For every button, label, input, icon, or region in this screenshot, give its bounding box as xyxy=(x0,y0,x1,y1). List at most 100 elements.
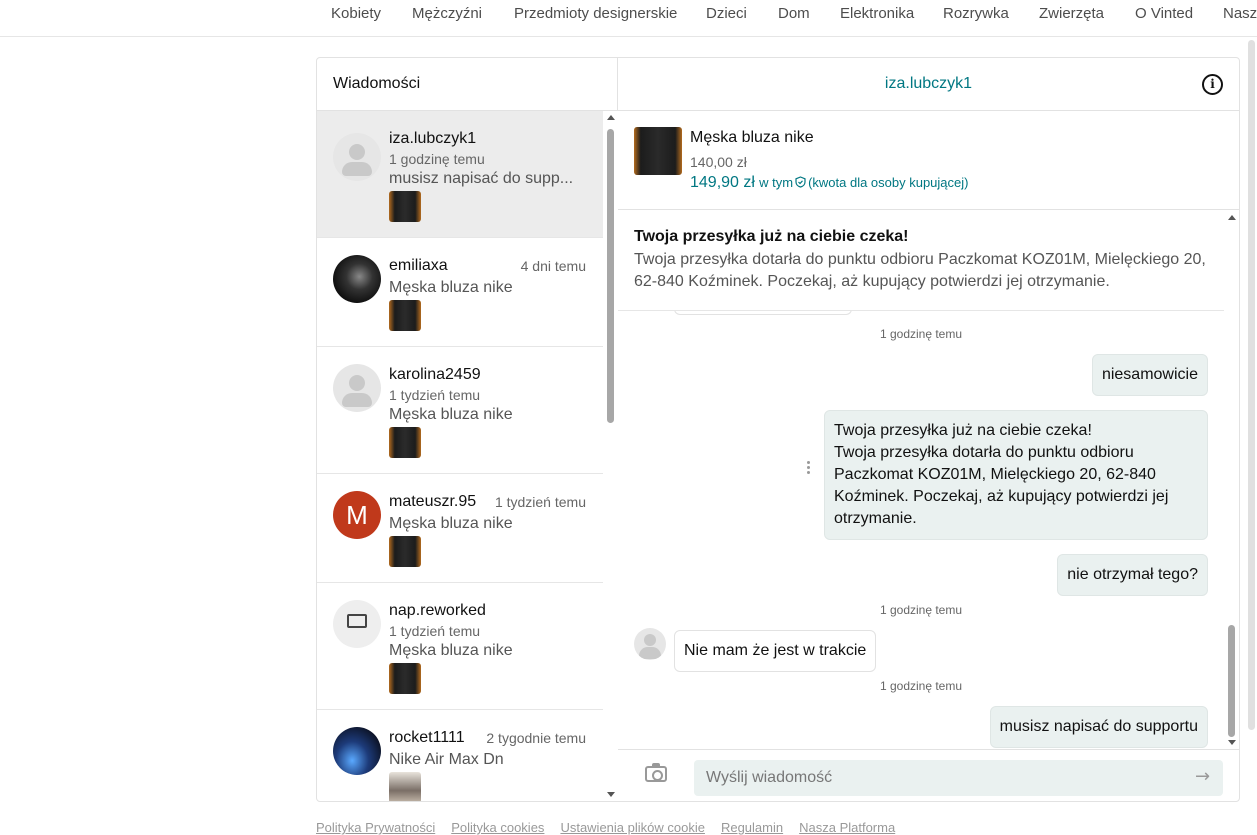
conversation-last-message: Męska bluza nike xyxy=(389,279,513,296)
message-composer: → xyxy=(618,749,1239,801)
top-navigation: Kobiety Mężczyźni Przedmioty designerski… xyxy=(0,0,1257,37)
conversation-last-message: Męska bluza nike xyxy=(389,406,513,423)
message-thread[interactable]: Twoja przesyłka już na ciebie czeka! Two… xyxy=(618,211,1224,749)
outgoing-message[interactable]: musisz napisać do supportu xyxy=(989,706,1208,748)
page-scrollbar[interactable] xyxy=(1243,0,1257,834)
item-title[interactable]: Męska bluza nike xyxy=(690,129,814,147)
item-price: 140,00 zł xyxy=(690,154,747,170)
conversation-time: 2 tygodnie temu xyxy=(486,730,586,746)
conversation-time: 1 tydzień temu xyxy=(389,387,481,403)
conversation-view: iza.lubczyk1 i Męska bluza nike 140,00 z… xyxy=(618,58,1239,801)
send-arrow-icon[interactable]: → xyxy=(1195,766,1210,787)
footer-link-platform[interactable]: Nasza Platforma xyxy=(799,820,895,835)
conversation-name: nap.reworked xyxy=(389,602,486,619)
message-input[interactable] xyxy=(694,760,1223,796)
nav-item-zwierzeta[interactable]: Zwierzęta xyxy=(1039,5,1104,22)
conversation-last-message: Męska bluza nike xyxy=(389,515,513,532)
avatar xyxy=(333,133,381,181)
nav-item-kobiety[interactable]: Kobiety xyxy=(331,5,381,22)
banner-body: Twoja przesyłka dotarła do punktu odbior… xyxy=(634,251,1206,290)
buyer-protection-shield-icon xyxy=(795,176,806,188)
avatar xyxy=(333,364,381,412)
outgoing-message[interactable]: niesamowicie xyxy=(1091,354,1208,396)
message-timestamp: 1 godzinę temu xyxy=(879,327,963,341)
item-thumbnail xyxy=(389,772,421,801)
conversation-list[interactable]: iza.lubczyk1 1 godzinę temu musisz napis… xyxy=(317,111,603,801)
item-summary: Męska bluza nike 140,00 zł 149,90 zł w t… xyxy=(618,111,1239,210)
conversation-time: 1 tydzień temu xyxy=(389,623,481,639)
message-timestamp: 1 godzinę temu xyxy=(879,679,963,693)
message-timestamp: 1 godzinę temu xyxy=(879,603,963,617)
nav-item-o-vinted[interactable]: O Vinted xyxy=(1135,5,1193,22)
conversation-name: iza.lubczyk1 xyxy=(389,130,477,147)
conversation-name: mateuszr.95 xyxy=(389,493,477,510)
sender-avatar xyxy=(634,628,666,660)
item-thumbnail xyxy=(389,536,421,567)
footer-link-cookies[interactable]: Polityka cookies xyxy=(451,820,544,835)
nav-item-rozrywka[interactable]: Rozrywka xyxy=(943,5,1009,22)
item-thumbnail xyxy=(389,663,421,694)
item-thumbnail xyxy=(389,191,421,222)
conversation-name: rocket1111 xyxy=(389,729,465,746)
conversation-item-mateuszr[interactable]: M mateuszr.95 1 tydzień temu Męska bluza… xyxy=(317,474,603,583)
info-icon[interactable]: i xyxy=(1202,74,1223,95)
page-scrollbar-thumb[interactable] xyxy=(1248,40,1255,730)
footer-link-privacy[interactable]: Polityka Prywatności xyxy=(316,820,435,835)
scroll-up-icon[interactable] xyxy=(607,115,615,120)
nav-item-elektronika[interactable]: Elektronika xyxy=(840,5,914,22)
conversation-last-message: Męska bluza nike xyxy=(389,642,513,659)
item-thumbnail xyxy=(389,427,421,458)
sidebar-header: Wiadomości xyxy=(317,58,618,111)
scrollbar-thumb[interactable] xyxy=(607,129,614,423)
nav-item-mezczyzni[interactable]: Mężczyźni xyxy=(412,5,482,22)
avatar xyxy=(333,255,381,303)
nav-item-designer[interactable]: Przedmioty designerskie xyxy=(514,5,677,22)
conversation-time: 1 godzinę temu xyxy=(389,151,485,167)
messages-panel: Wiadomości iza.lubczyk1 1 godzinę temu m… xyxy=(316,57,1240,802)
message-thread-scrollbar[interactable] xyxy=(1224,211,1239,749)
avatar xyxy=(333,600,381,648)
conversation-name: emiliaxa xyxy=(389,257,448,274)
conversation-time: 4 dni temu xyxy=(520,258,586,274)
total-price-note: (kwota dla osoby kupującej) xyxy=(808,175,969,190)
conversation-item-rocket1111[interactable]: rocket1111 2 tygodnie temu Nike Air Max … xyxy=(317,710,603,801)
item-thumbnail xyxy=(389,300,421,331)
shipment-status-banner: Twoja przesyłka już na ciebie czeka! Two… xyxy=(618,211,1224,311)
conversation-name: karolina2459 xyxy=(389,366,481,383)
conversation-item-karolina[interactable]: karolina2459 1 tydzień temu Męska bluza … xyxy=(317,347,603,474)
total-price-suffix: w tym xyxy=(759,175,794,190)
outgoing-message[interactable]: nie otrzymał tego? xyxy=(1057,554,1208,596)
banner-title: Twoja przesyłka już na ciebie czeka! xyxy=(634,228,909,245)
conversation-time: 1 tydzień temu xyxy=(494,494,586,510)
conversation-item-emiliaxa[interactable]: emiliaxa 4 dni temu Męska bluza nike xyxy=(317,238,603,347)
avatar xyxy=(333,727,381,775)
scroll-down-icon[interactable] xyxy=(607,792,615,797)
conversation-item-nap-reworked[interactable]: nap.reworked 1 tydzień temu Męska bluza … xyxy=(317,583,603,710)
item-total-price: 149,90 zł w tym (kwota dla osoby kupujące… xyxy=(690,174,968,192)
scroll-down-icon[interactable] xyxy=(1228,740,1236,745)
footer-link-terms[interactable]: Regulamin xyxy=(721,820,783,835)
camera-icon[interactable] xyxy=(645,763,667,782)
footer-links: Polityka Prywatności Polityka cookies Usta… xyxy=(316,820,911,835)
message-line-title: Twoja przesyłka już na ciebie czeka! xyxy=(834,422,1092,439)
incoming-message[interactable]: Nie mam że jest w trakcie xyxy=(674,630,877,672)
footer-link-cookie-settings[interactable]: Ustawienia plików cookie xyxy=(560,820,705,835)
conversation-header: iza.lubczyk1 i xyxy=(618,58,1239,111)
sidebar-title: Wiadomości xyxy=(333,75,421,92)
conversation-last-message: musisz napisać do supp... xyxy=(389,170,574,187)
scrollbar-thumb[interactable] xyxy=(1228,625,1235,737)
message-options-icon[interactable] xyxy=(807,461,811,476)
shop-logo-icon xyxy=(347,614,367,628)
conversation-username[interactable]: iza.lubczyk1 xyxy=(618,75,1239,93)
message-line-body: Twoja przesyłka dotarła do punktu odbior… xyxy=(834,444,1169,527)
total-price-value: 149,90 zł xyxy=(690,174,755,191)
conversation-item-iza[interactable]: iza.lubczyk1 1 godzinę temu musisz napis… xyxy=(317,111,603,238)
nav-item-dzieci[interactable]: Dzieci xyxy=(706,5,747,22)
conversation-list-scrollbar[interactable] xyxy=(603,111,618,801)
scroll-up-icon[interactable] xyxy=(1228,215,1236,220)
item-image[interactable] xyxy=(634,127,682,175)
conversation-last-message: Nike Air Max Dn xyxy=(389,751,504,768)
avatar: M xyxy=(333,491,381,539)
nav-item-dom[interactable]: Dom xyxy=(778,5,810,22)
outgoing-system-message[interactable]: Twoja przesyłka już na ciebie czeka! Two… xyxy=(824,410,1208,540)
